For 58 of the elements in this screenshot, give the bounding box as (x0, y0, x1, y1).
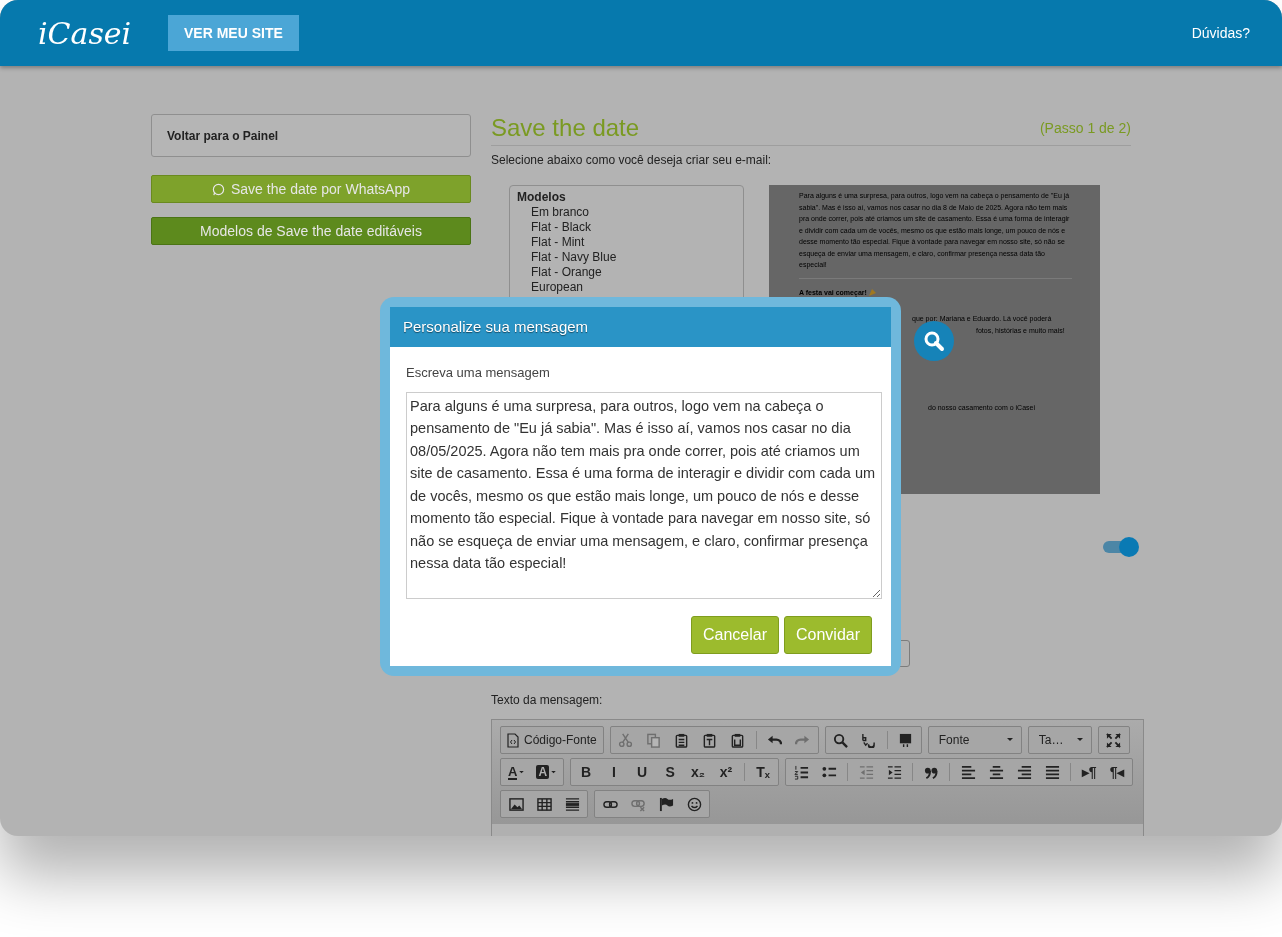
scissors-icon (618, 732, 634, 748)
dialog-title: Personalize sua mensagem (403, 316, 589, 337)
caret-icon (551, 770, 557, 774)
step-indicator: (Passo 1 de 2) (1039, 120, 1131, 136)
clipboard-icon (674, 732, 690, 748)
flag-icon (658, 796, 674, 812)
page-title: Save the date (491, 114, 640, 142)
instruction-text: Selecione abaixo como você deseja criar seu e-mail: (491, 152, 773, 168)
expand-icon (1106, 732, 1122, 748)
text-color-button[interactable]: A (503, 760, 530, 784)
caret-icon (1006, 738, 1013, 742)
align-right-icon (1016, 764, 1032, 780)
format-button[interactable]: Tₓ (750, 760, 777, 784)
format-button[interactable]: S (657, 760, 684, 784)
bullet-list-icon (821, 764, 837, 780)
table-icon (536, 796, 552, 812)
search-icon (923, 330, 945, 352)
outdent-icon (858, 764, 874, 780)
source-button[interactable]: Código-Fonte (503, 728, 601, 752)
format-button[interactable]: ¶◂ (1104, 760, 1131, 784)
field-label: Escreva uma mensagem (406, 364, 551, 382)
indent-icon (886, 764, 902, 780)
logo[interactable]: iCasei (38, 10, 168, 56)
format-button[interactable]: ▸¶ (1076, 760, 1103, 784)
field-label: Texto da mensagem: (491, 692, 604, 709)
list-option[interactable]: Flat - Black (517, 220, 736, 235)
search-icon (833, 732, 849, 748)
clipboard-icon (702, 732, 718, 748)
image-icon (508, 796, 524, 812)
caret-icon (1076, 738, 1083, 742)
list-option[interactable]: Flat - Orange (517, 265, 736, 280)
list-option[interactable]: Em branco (517, 205, 736, 220)
help-link[interactable]: Dúvidas? (1191, 22, 1250, 44)
list-option[interactable]: Flat - Mint (517, 235, 736, 250)
format-button[interactable]: x² (713, 760, 740, 784)
list-option[interactable]: Flat - Navy Blue (517, 250, 736, 265)
message-field[interactable]: Para alguns é uma surpresa, para outros, logo vem na cabeça o pensamento de "Eu já sabia". Mas é isso aí, vamos nos casar no dia 08/05/2025. Agora não tem mais pra onde correr, pois até criamos um site de casamento. Essa é uma forma de interagir e dividir com cada um de vocês, mesmo os que estão mais longe, um pouco de nós e desse momento tão especial. Fique à vontade para navegar em nosso site, só não se esqueça de enviar uma mensagem, e claro, confirmar presença nessa data tão especial! (406, 391, 882, 599)
caret-icon (519, 770, 525, 774)
align-left-icon (960, 764, 976, 780)
back-to-panel-link[interactable]: Voltar para o Painel (151, 114, 471, 157)
format-button[interactable]: I (601, 760, 628, 784)
format-button[interactable]: U (629, 760, 656, 784)
list-option[interactable]: European (517, 280, 736, 295)
templates-button[interactable]: Modelos de Save the date editáveis (151, 217, 471, 245)
format-button[interactable]: B (573, 760, 600, 784)
justify-icon (1044, 764, 1060, 780)
chat-bubble-icon (212, 182, 225, 196)
format-button[interactable]: x₂ (685, 760, 712, 784)
smiley-icon (686, 796, 702, 812)
numbered-list-icon (793, 764, 809, 780)
copy-icon (646, 732, 662, 748)
document-icon (507, 732, 519, 748)
clipboard-icon (730, 732, 746, 748)
toggle-switch[interactable] (1103, 537, 1139, 557)
horizontal-rule-icon (564, 796, 580, 812)
align-center-icon (988, 764, 1004, 780)
list-heading: Modelos (517, 190, 567, 205)
background-color-button[interactable]: A (531, 760, 562, 784)
